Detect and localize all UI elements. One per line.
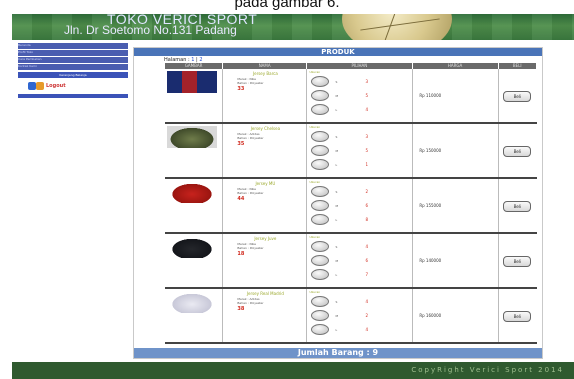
option-radio[interactable]: M6 bbox=[311, 255, 409, 267]
product-image bbox=[167, 71, 217, 93]
product-table: GAMBAR NAMA PILIHAN HARGA BELI Jersey Ba… bbox=[165, 63, 537, 344]
table-row: Jersey Barca Merek : Nike Bahan : Polyest… bbox=[165, 69, 537, 124]
logo-orange-icon bbox=[36, 82, 44, 90]
product-price: Rp 110000 bbox=[419, 93, 442, 98]
option-radio[interactable]: S2 bbox=[311, 186, 409, 198]
logout-link[interactable]: Logout bbox=[28, 82, 78, 92]
copyright-text: CopyRight Verici Sport 2014 bbox=[411, 366, 564, 374]
sidebar-item-cara-pembelian[interactable]: Cara Pembelian bbox=[18, 57, 128, 63]
options-title: Ukuran bbox=[309, 70, 321, 74]
table-row: Jersey Real Madrid Merek : Adidas Bahan :… bbox=[165, 289, 537, 344]
cart-link[interactable]: Keranjang Belanja bbox=[18, 72, 128, 78]
option-radio[interactable]: S3 bbox=[311, 131, 409, 143]
table-row: Jersey Juve Merek : Nike Bahan : Polyeste… bbox=[165, 234, 537, 289]
product-spec: Merek : Nike Bahan : Polyester bbox=[237, 77, 264, 85]
option-radio[interactable]: L4 bbox=[311, 324, 409, 336]
option-radio[interactable]: M5 bbox=[311, 90, 409, 102]
sidebar-item-beranda[interactable]: Beranda bbox=[18, 43, 128, 49]
product-panel: PRODUK Halaman : 1 | 2 GAMBAR NAMA PILIH… bbox=[133, 47, 543, 359]
buy-button[interactable]: Beli bbox=[503, 146, 532, 157]
product-price: Rp 155000 bbox=[419, 203, 442, 208]
product-name: Jersey Juve bbox=[254, 236, 277, 241]
sidebar-item-kontak[interactable]: Kontak Kami bbox=[18, 64, 128, 70]
table-row: Jersey MU Merek : Nike Bahan : Polyester … bbox=[165, 179, 537, 234]
product-price: Rp 140000 bbox=[419, 258, 442, 263]
option-radio[interactable]: M6 bbox=[311, 200, 409, 212]
product-name: Jersey Real Madrid bbox=[246, 291, 284, 296]
football-icon bbox=[342, 14, 452, 40]
document-caption: pada gambar 6. bbox=[234, 0, 340, 11]
product-spec: Merek : Nike Bahan : Polyester bbox=[237, 187, 264, 195]
option-radio[interactable]: L4 bbox=[311, 104, 409, 116]
product-stock: 38 bbox=[237, 306, 245, 312]
store-address: Jln. Dr Soetomo No.131 Padang bbox=[64, 23, 237, 37]
panel-title: PRODUK bbox=[134, 48, 542, 56]
logout-label: Logout bbox=[46, 83, 66, 89]
buy-button[interactable]: Beli bbox=[503, 311, 532, 322]
option-radio[interactable]: S4 bbox=[311, 296, 409, 308]
product-stock: 35 bbox=[237, 141, 245, 147]
product-spec: Merek : Nike Bahan : Polyester bbox=[237, 242, 264, 250]
product-image bbox=[167, 181, 217, 203]
footer-bar: CopyRight Verici Sport 2014 bbox=[12, 362, 574, 379]
product-stock: 44 bbox=[237, 196, 245, 202]
product-price: Rp 160000 bbox=[419, 313, 442, 318]
option-radio[interactable]: S4 bbox=[311, 241, 409, 253]
buy-button[interactable]: Beli bbox=[503, 256, 532, 267]
product-stock: 33 bbox=[237, 86, 245, 92]
options-title: Ukuran bbox=[309, 290, 321, 294]
options-title: Ukuran bbox=[309, 125, 321, 129]
product-price: Rp 150000 bbox=[419, 148, 442, 153]
options-title: Ukuran bbox=[309, 235, 321, 239]
product-name: Jersey Barca bbox=[252, 71, 278, 76]
item-count-footer: Jumlah Barang : 9 bbox=[134, 348, 542, 358]
sidebar-divider bbox=[18, 94, 128, 98]
product-image bbox=[167, 126, 217, 148]
option-radio[interactable]: L7 bbox=[311, 269, 409, 281]
table-row: Jersey Chelsea Merek : Adidas Bahan : Pol… bbox=[165, 124, 537, 179]
sidebar-item-profil[interactable]: Profil Toko bbox=[18, 50, 128, 56]
product-image bbox=[167, 291, 217, 313]
product-name: Jersey MU bbox=[255, 181, 276, 186]
product-image bbox=[167, 236, 217, 258]
product-spec: Merek : Adidas Bahan : Polyester bbox=[237, 297, 264, 305]
sidebar: Beranda Profil Toko Cara Pembelian Konta… bbox=[12, 40, 132, 366]
option-radio[interactable]: M5 bbox=[311, 145, 409, 157]
logo-blue-icon bbox=[28, 82, 36, 90]
product-name: Jersey Chelsea bbox=[250, 126, 281, 131]
buy-button[interactable]: Beli bbox=[503, 91, 532, 102]
header-banner: TOKO VERICI SPORT Jln. Dr Soetomo No.131… bbox=[12, 14, 574, 40]
option-radio[interactable]: L8 bbox=[311, 214, 409, 226]
option-radio[interactable]: S3 bbox=[311, 76, 409, 88]
product-spec: Merek : Adidas Bahan : Polyester bbox=[237, 132, 264, 140]
option-radio[interactable]: M2 bbox=[311, 310, 409, 322]
options-title: Ukuran bbox=[309, 180, 321, 184]
product-stock: 18 bbox=[237, 251, 245, 257]
buy-button[interactable]: Beli bbox=[503, 201, 532, 212]
option-radio[interactable]: L1 bbox=[311, 159, 409, 171]
